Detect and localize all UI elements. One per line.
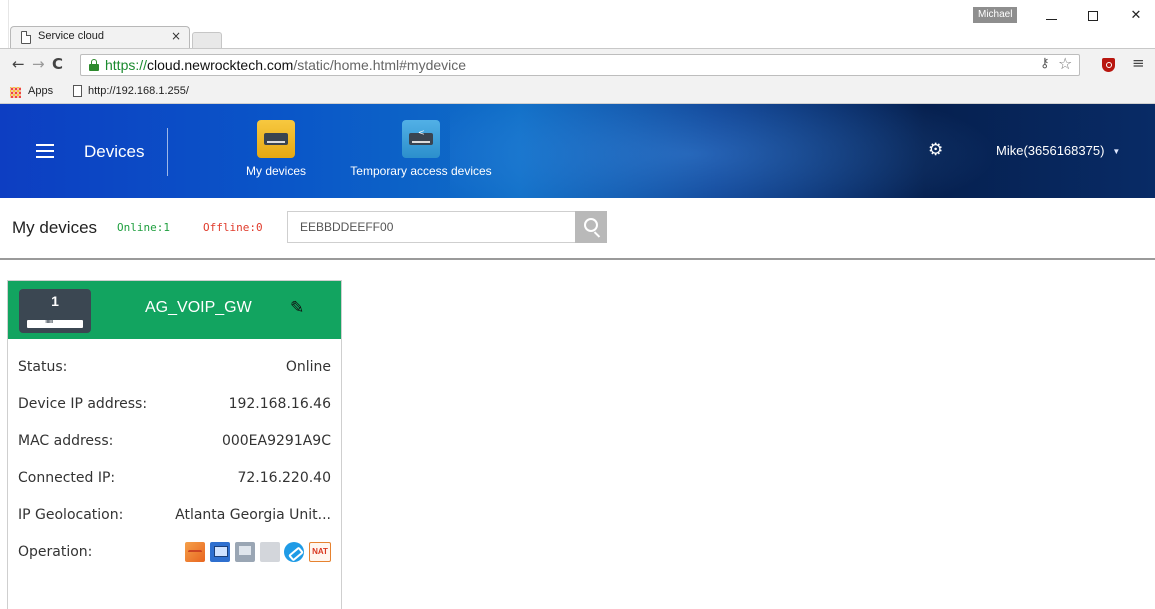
tabstrip-edge	[8, 0, 9, 48]
device-icon	[257, 120, 295, 158]
url-text[interactable]: https://cloud.newrocktech.com/static/hom…	[105, 57, 466, 73]
bookmark-item[interactable]: http://192.168.1.255/	[88, 85, 189, 97]
detail-label: Status:	[18, 359, 68, 375]
window-maximize-button[interactable]	[1085, 8, 1101, 24]
apps-icon[interactable]	[10, 87, 21, 98]
lock-icon	[89, 59, 99, 71]
user-name: Mike(3656168375)	[996, 143, 1105, 158]
window-close-button[interactable]: ✕	[1128, 8, 1144, 24]
search-input[interactable]	[287, 211, 575, 243]
detail-row-mac: MAC address: 000EA9291A9C	[8, 423, 341, 460]
detail-value: Online	[285, 359, 331, 375]
hamburger-menu-icon[interactable]	[36, 142, 54, 158]
detail-value: 000EA9291A9C	[221, 433, 331, 449]
ublock-icon[interactable]	[1102, 58, 1115, 72]
browser-tabstrip: Service cloud × Michael ✕	[0, 0, 1155, 48]
reload-icon[interactable]: C	[52, 56, 63, 72]
gear-icon[interactable]: ⚙	[928, 141, 943, 159]
online-count: Online:1	[117, 221, 170, 234]
page-icon	[73, 85, 82, 97]
detail-label: MAC address:	[18, 433, 114, 449]
nav-my-devices-label: My devices	[245, 164, 307, 178]
detail-label: IP Geolocation:	[18, 507, 124, 523]
address-bar[interactable]: https://cloud.newrocktech.com/static/hom…	[80, 54, 1080, 76]
url-path: /static/home.html#mydevice	[293, 57, 467, 73]
monitor-icon[interactable]	[185, 542, 205, 562]
menu-icon[interactable]: ≡	[1132, 54, 1145, 72]
tab-title: Service cloud	[38, 30, 105, 42]
device-card: 1 AG_VOIP_GW ✎ Status: Online Device IP …	[7, 280, 342, 609]
app-header: Devices My devices < Temporary access de…	[0, 104, 1155, 198]
detail-row-connected-ip: Connected IP: 72.16.220.40	[8, 460, 341, 497]
star-icon[interactable]: ☆	[1058, 54, 1072, 73]
detail-value: 192.168.16.46	[228, 396, 331, 412]
detail-row-geolocation: IP Geolocation: Atlanta Georgia Unit...	[8, 497, 341, 534]
tunnel-icon[interactable]	[284, 542, 304, 562]
device-card-header: 1 AG_VOIP_GW ✎	[8, 281, 341, 339]
detail-row-status: Status: Online	[8, 349, 341, 386]
device-index: 1	[51, 293, 59, 309]
search-button[interactable]	[575, 211, 607, 243]
url-scheme: https://	[105, 57, 148, 73]
device-name: AG_VOIP_GW	[145, 299, 252, 316]
minimize-icon	[1046, 19, 1057, 20]
detail-label: Connected IP:	[18, 470, 116, 486]
apps-bookmark[interactable]: Apps	[28, 85, 53, 97]
detail-label: Device IP address:	[18, 396, 148, 412]
shared-device-icon: <	[402, 120, 440, 158]
remote-desktop-icon[interactable]	[210, 542, 230, 562]
search-icon	[584, 218, 598, 232]
detail-value: 72.16.220.40	[237, 470, 331, 486]
operation-icons: NAT	[185, 542, 331, 564]
nat-icon[interactable]: NAT	[309, 542, 331, 562]
detail-row-device-ip: Device IP address: 192.168.16.46	[8, 386, 341, 423]
page-title: My devices	[12, 218, 98, 237]
forward-icon[interactable]: →	[32, 56, 45, 72]
detail-row-operation: Operation: NAT	[8, 534, 341, 571]
gateway-device-icon: 1	[19, 287, 91, 333]
device-details: Status: Online Device IP address: 192.16…	[8, 349, 341, 571]
nav-temporary-access-devices[interactable]: < Temporary access devices	[346, 120, 496, 178]
tab-close-icon[interactable]: ×	[171, 29, 181, 43]
caret-down-icon: ▼	[1112, 147, 1121, 157]
key-icon[interactable]: ⚷	[1040, 56, 1050, 71]
detail-value: Atlanta Georgia Unit...	[175, 507, 331, 523]
browser-tab-active[interactable]: Service cloud ×	[10, 26, 190, 48]
page-icon	[21, 31, 31, 44]
browser-toolbar: ← → C https://cloud.newrocktech.com/stat…	[0, 48, 1155, 80]
web-console-icon[interactable]	[235, 542, 255, 562]
user-menu[interactable]: Mike(3656168375) ▼	[996, 143, 1120, 158]
url-host: cloud.newrocktech.com	[147, 57, 294, 73]
offline-count: Offline:0	[203, 221, 263, 234]
detail-label: Operation:	[18, 544, 93, 560]
profile-badge[interactable]: Michael	[973, 7, 1018, 23]
header-glow	[450, 104, 1050, 198]
new-tab-button[interactable]	[192, 32, 222, 48]
device-search	[287, 211, 607, 243]
edit-pencil-icon[interactable]: ✎	[290, 298, 304, 318]
nav-temporary-access-label: Temporary access devices	[350, 164, 492, 178]
nav-my-devices[interactable]: My devices	[240, 120, 312, 178]
header-divider	[167, 128, 168, 176]
window-minimize-button[interactable]	[1044, 8, 1060, 24]
back-icon[interactable]: ←	[12, 56, 25, 72]
link-icon[interactable]	[260, 542, 280, 562]
maximize-icon	[1088, 11, 1098, 21]
header-title: Devices	[84, 142, 145, 161]
bookmarks-bar: Apps http://192.168.1.255/	[0, 80, 1155, 104]
devices-subheader: My devices Online:1 Offline:0	[0, 198, 1155, 260]
